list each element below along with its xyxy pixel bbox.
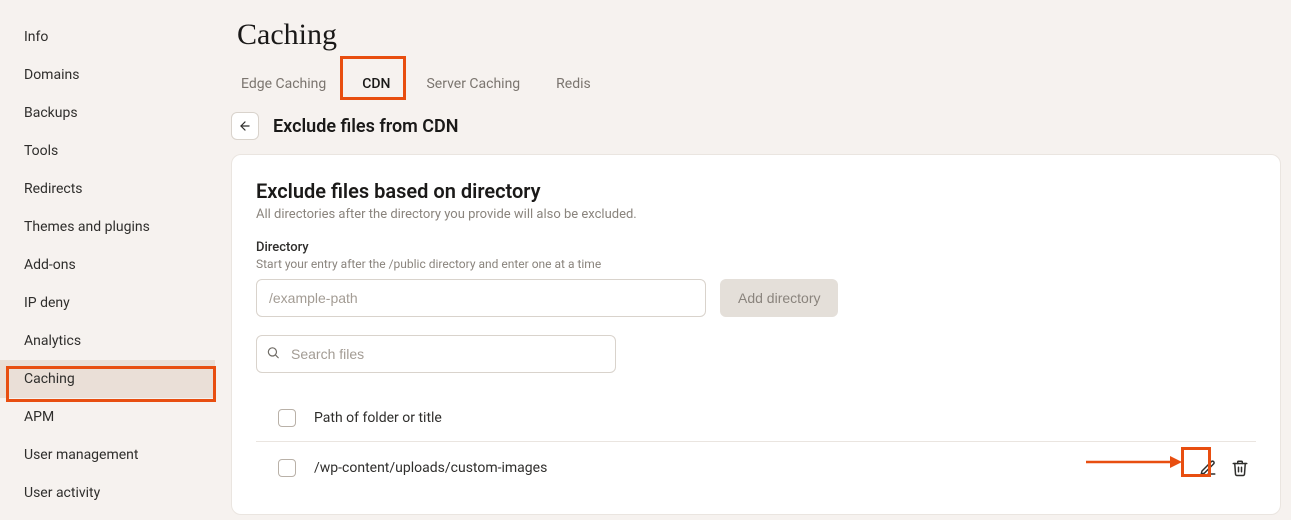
sidebar-item-user-activity[interactable]: User activity [0, 474, 215, 512]
card-title: Exclude files based on directory [256, 179, 1256, 203]
tab-edge-caching[interactable]: Edge Caching [239, 70, 328, 98]
subheader: Exclude files from CDN [231, 112, 1281, 140]
list-item: /wp-content/uploads/custom-images [256, 441, 1256, 494]
trash-icon [1231, 459, 1249, 477]
directory-help: Start your entry after the /public direc… [256, 257, 1256, 271]
sidebar: Info Domains Backups Tools Redirects The… [0, 0, 215, 520]
search-icon [266, 345, 280, 364]
list-header-row: Path of folder or title [256, 395, 1256, 441]
exclude-list: Path of folder or title /wp-content/uplo… [256, 395, 1256, 494]
sidebar-item-tools[interactable]: Tools [0, 132, 215, 170]
sidebar-item-redirects[interactable]: Redirects [0, 170, 215, 208]
tab-redis[interactable]: Redis [554, 70, 593, 98]
main-content: Caching Edge Caching CDN Server Caching … [215, 0, 1291, 520]
back-button[interactable] [231, 112, 259, 140]
sidebar-item-domains[interactable]: Domains [0, 56, 215, 94]
sidebar-item-ip-deny[interactable]: IP deny [0, 284, 215, 322]
sidebar-item-themes-plugins[interactable]: Themes and plugins [0, 208, 215, 246]
exclude-card: Exclude files based on directory All dir… [231, 154, 1281, 515]
tab-cdn[interactable]: CDN [360, 70, 392, 98]
sidebar-item-apm[interactable]: APM [0, 398, 215, 436]
sidebar-item-add-ons[interactable]: Add-ons [0, 246, 215, 284]
subheader-title: Exclude files from CDN [273, 116, 458, 137]
directory-label: Directory [256, 240, 1256, 255]
sidebar-item-user-management[interactable]: User management [0, 436, 215, 474]
edit-button[interactable] [1196, 456, 1220, 480]
search-input[interactable] [256, 335, 616, 373]
tab-server-caching[interactable]: Server Caching [424, 70, 522, 98]
row-checkbox[interactable] [278, 459, 296, 477]
select-all-checkbox[interactable] [278, 409, 296, 427]
list-header-label: Path of folder or title [314, 410, 1252, 426]
page-title: Caching [237, 18, 1281, 52]
sidebar-item-backups[interactable]: Backups [0, 94, 215, 132]
tabs: Edge Caching CDN Server Caching Redis [231, 70, 1281, 98]
sidebar-item-caching[interactable]: Caching [0, 360, 215, 398]
row-path: /wp-content/uploads/custom-images [314, 460, 1178, 476]
directory-input[interactable] [256, 279, 706, 317]
add-directory-button[interactable]: Add directory [720, 279, 838, 317]
sidebar-item-info[interactable]: Info [0, 18, 215, 56]
pencil-icon [1199, 459, 1217, 477]
card-description: All directories after the directory you … [256, 207, 1256, 222]
delete-button[interactable] [1228, 456, 1252, 480]
sidebar-item-analytics[interactable]: Analytics [0, 322, 215, 360]
arrow-left-icon [238, 119, 252, 133]
